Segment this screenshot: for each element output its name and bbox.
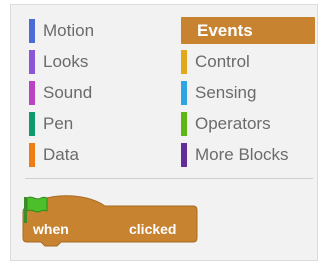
- green-flag-icon: [24, 196, 48, 223]
- category-operators[interactable]: Operators: [181, 111, 313, 137]
- category-data[interactable]: Data: [29, 142, 169, 168]
- category-label: Pen: [43, 114, 74, 133]
- category-sound[interactable]: Sound: [29, 80, 169, 106]
- looks-color-swatch: [29, 50, 35, 74]
- category-label: Control: [195, 52, 250, 71]
- category-events[interactable]: Events: [181, 17, 315, 44]
- category-control[interactable]: Control: [181, 49, 313, 75]
- category-label: Events: [197, 20, 253, 40]
- sensing-color-swatch: [181, 81, 187, 105]
- operators-color-swatch: [181, 112, 187, 136]
- category-label: Motion: [43, 21, 95, 40]
- clicked-label: clicked: [129, 221, 177, 237]
- palette-divider: [25, 178, 313, 179]
- category-motion[interactable]: Motion: [29, 18, 169, 44]
- control-color-swatch: [181, 50, 187, 74]
- block-palette: Motion Looks Sound Pen Data Events Contr…: [10, 4, 318, 261]
- when-flag-clicked-block[interactable]: when clicked: [21, 194, 199, 252]
- category-looks[interactable]: Looks: [29, 49, 169, 75]
- more-blocks-color-swatch: [181, 143, 187, 167]
- motion-color-swatch: [29, 19, 35, 43]
- category-sensing[interactable]: Sensing: [181, 80, 313, 106]
- category-label: Sound: [43, 83, 93, 102]
- data-color-swatch: [29, 143, 35, 167]
- category-label: Sensing: [195, 83, 257, 102]
- category-pen[interactable]: Pen: [29, 111, 169, 137]
- pen-color-swatch: [29, 112, 35, 136]
- category-label: Operators: [195, 114, 271, 133]
- category-label: More Blocks: [195, 145, 289, 164]
- category-label: Data: [43, 145, 79, 164]
- category-label: Looks: [43, 52, 89, 71]
- category-more-blocks[interactable]: More Blocks: [181, 142, 313, 168]
- sound-color-swatch: [29, 81, 35, 105]
